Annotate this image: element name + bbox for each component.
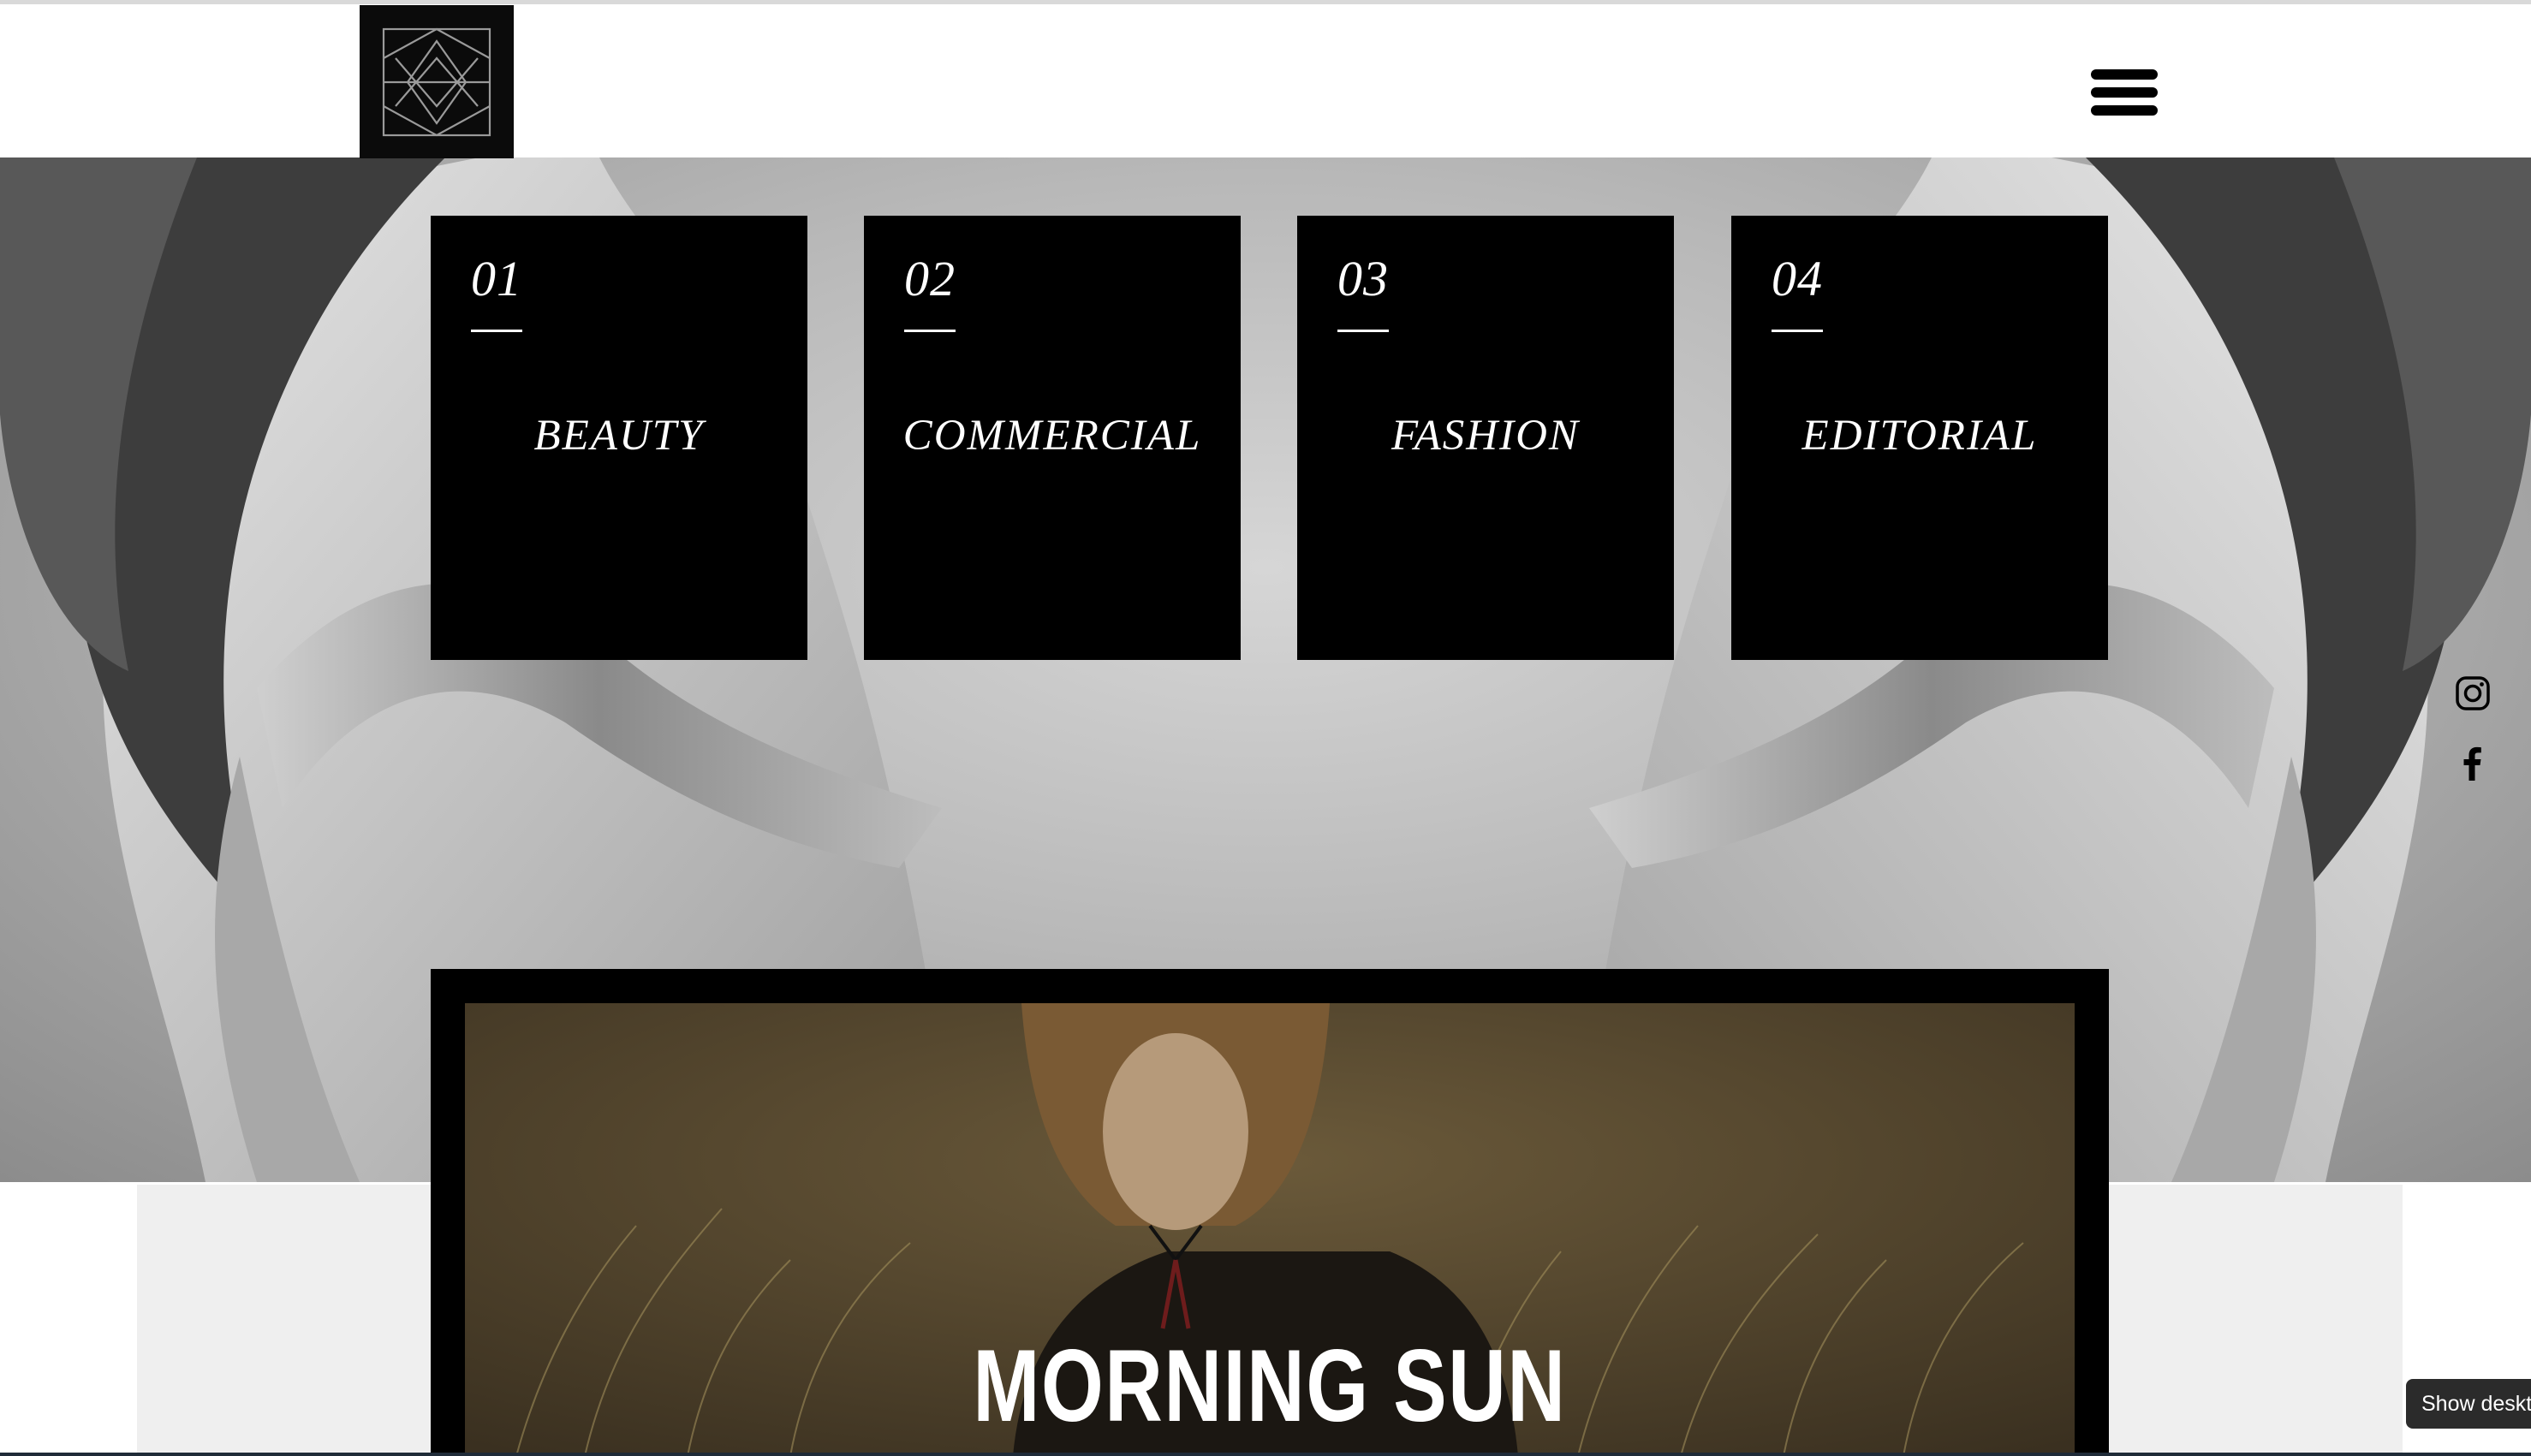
bottom-border — [0, 1453, 2531, 1456]
facebook-icon — [2463, 746, 2481, 781]
category-card-fashion[interactable]: 03 FASHION — [1297, 216, 1674, 660]
video-title: MORNING SUN — [973, 1328, 1567, 1443]
facebook-link[interactable] — [2454, 745, 2492, 782]
category-number: 02 — [904, 251, 956, 306]
category-number: 01 — [471, 251, 522, 306]
site-logo[interactable] — [360, 5, 514, 158]
monogram-logo-icon — [382, 27, 491, 137]
category-divider — [471, 330, 522, 332]
category-label: EDITORIAL — [1801, 412, 2038, 460]
page: 01 BEAUTY 02 COMMERCIAL 03 FASHION 04 ED… — [0, 0, 2531, 1456]
category-divider — [1772, 330, 1823, 332]
category-label: FASHION — [1391, 412, 1580, 460]
category-divider — [1337, 330, 1389, 332]
hamburger-menu-button[interactable] — [2086, 66, 2163, 119]
category-divider — [904, 330, 956, 332]
category-number: 04 — [1772, 251, 1823, 306]
video-player[interactable]: MORNING SUN — [465, 1003, 2075, 1456]
category-label: COMMERCIAL — [902, 412, 1202, 460]
menu-bar — [2091, 87, 2158, 98]
category-card-editorial[interactable]: 04 EDITORIAL — [1731, 216, 2108, 660]
category-card-commercial[interactable]: 02 COMMERCIAL — [864, 216, 1241, 660]
instagram-icon — [2456, 676, 2490, 710]
category-label: BEAUTY — [533, 412, 705, 460]
menu-bar — [2091, 69, 2158, 80]
instagram-link[interactable] — [2454, 675, 2492, 712]
category-card-beauty[interactable]: 01 BEAUTY — [431, 216, 807, 660]
category-number: 03 — [1337, 251, 1389, 306]
menu-bar — [2091, 105, 2158, 116]
show-desktop-button[interactable]: Show deskto — [2406, 1379, 2531, 1429]
